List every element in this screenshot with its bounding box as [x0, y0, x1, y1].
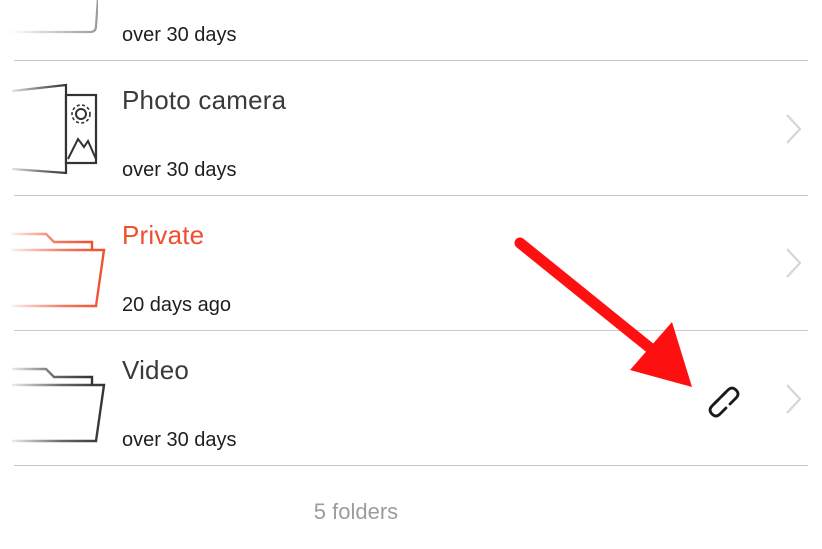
- folder-icon: [12, 367, 106, 443]
- chevron-right-icon[interactable]: [784, 382, 804, 416]
- row-meta: over 30 days: [122, 24, 237, 46]
- photo-camera-folder-icon: [11, 83, 98, 175]
- chevron-right-icon[interactable]: [784, 246, 804, 280]
- row-meta: 20 days ago: [122, 294, 231, 316]
- folder-icon: [10, 0, 98, 34]
- row-title: Video: [122, 355, 190, 385]
- row-title: Private: [122, 220, 205, 250]
- list-item-private[interactable]: Private 20 days ago: [0, 196, 822, 330]
- chevron-right-icon[interactable]: [784, 112, 804, 146]
- row-meta: over 30 days: [122, 159, 237, 181]
- divider: [14, 465, 808, 466]
- row-title: Photo camera: [122, 85, 287, 115]
- row-meta: over 30 days: [122, 429, 237, 451]
- list-item-video[interactable]: Video over 30 days: [0, 331, 822, 465]
- list-item-photo-camera[interactable]: Photo camera over 30 days: [0, 61, 822, 195]
- folder-list-screen: over 30 days Photo camera over 30 days P…: [0, 0, 822, 549]
- folder-icon: [12, 232, 106, 308]
- list-item[interactable]: over 30 days: [0, 0, 822, 60]
- link-icon[interactable]: [698, 376, 742, 420]
- folder-count-label: 5 folders: [313, 499, 399, 524]
